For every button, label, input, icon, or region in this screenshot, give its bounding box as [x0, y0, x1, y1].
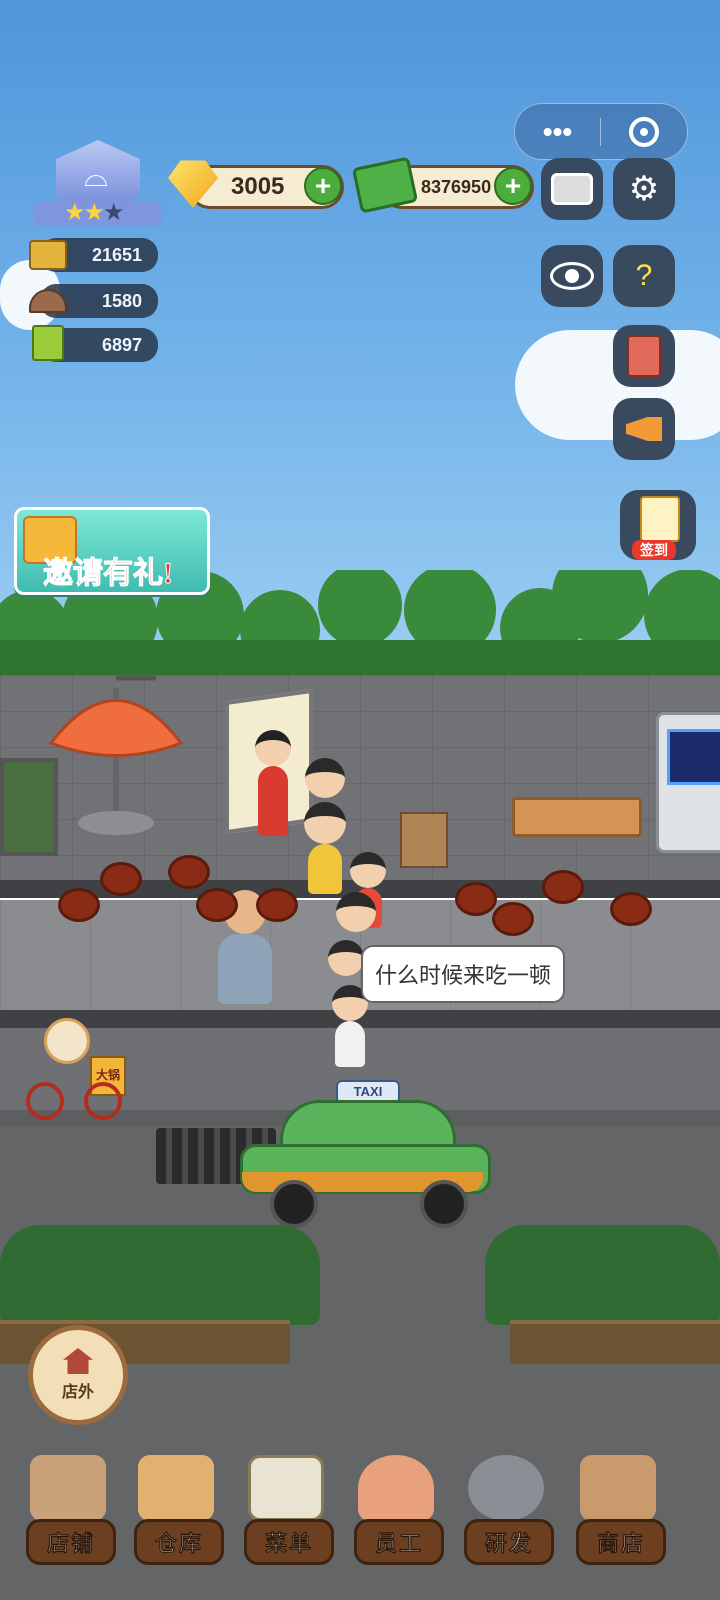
recipe-book-icon — [28, 325, 68, 361]
stool — [100, 862, 142, 896]
customer[interactable] — [328, 940, 364, 976]
more-options-icon[interactable]: ••• — [515, 104, 600, 159]
invite-label: 邀请有礼! — [43, 557, 174, 591]
gear-icon: ⚙ — [628, 170, 660, 208]
wheel-icon — [420, 1180, 468, 1228]
arcade-machine[interactable] — [656, 712, 720, 853]
camera-icon — [551, 173, 593, 205]
bowl-whisk-icon: ⌓ — [84, 160, 108, 193]
nav-label-text: 研发 — [484, 1531, 533, 1557]
clipboard-check-icon — [640, 496, 680, 542]
invite-banner[interactable]: 邀请有礼! — [14, 507, 210, 595]
nav-label: 仓库 — [134, 1519, 224, 1565]
stool — [492, 902, 534, 936]
announcement-button[interactable] — [613, 398, 675, 460]
camera-button[interactable] — [541, 158, 603, 220]
stool — [256, 888, 298, 922]
hostess-character[interactable] — [255, 730, 291, 836]
mini-program-capsule: ••• — [514, 103, 688, 160]
nav-label-text: 菜单 — [264, 1531, 313, 1557]
rider-helmet-icon — [44, 1018, 90, 1064]
nav-shop[interactable]: 店铺 — [18, 1455, 118, 1565]
sign-in-label: 签到 — [632, 540, 676, 560]
bushes — [0, 1225, 320, 1325]
close-miniprogram-icon[interactable] — [601, 104, 686, 159]
outdoor-table[interactable] — [512, 797, 642, 837]
nav-research[interactable]: 研发 — [456, 1455, 556, 1565]
bike-wheel-icon — [26, 1082, 64, 1120]
boxes-icon — [138, 1455, 214, 1521]
delivery-rider[interactable]: 大锅 — [22, 1018, 128, 1120]
settings-button[interactable]: ⚙ — [613, 158, 675, 220]
outside-view-button[interactable]: 店外 — [28, 1325, 128, 1425]
nav-label: 店铺 — [26, 1519, 116, 1565]
nav-label: 商店 — [576, 1519, 666, 1565]
nav-label: 研发 — [464, 1519, 554, 1565]
cloche-icon — [28, 284, 68, 318]
stool — [196, 888, 238, 922]
bike-wheel-icon — [84, 1082, 122, 1120]
nav-label-text: 商店 — [596, 1531, 645, 1557]
umbrella[interactable] — [46, 668, 186, 848]
gem-count: 3005 — [231, 173, 285, 200]
level-badge[interactable]: ⌓ ★★★ — [34, 140, 162, 230]
cash-count: 8376950 — [421, 176, 492, 197]
stool — [58, 888, 100, 922]
house-icon — [63, 1348, 93, 1374]
stat-value: 6897 — [101, 334, 142, 355]
stool — [168, 855, 210, 889]
taxi[interactable]: TAXI — [240, 1080, 491, 1228]
level-stars: ★★★ — [64, 199, 124, 226]
customer[interactable] — [304, 802, 346, 894]
add-gems-button[interactable]: + — [304, 167, 342, 205]
eye-icon — [550, 262, 594, 290]
nav-store[interactable]: 商店 — [568, 1455, 668, 1565]
help-book-icon: ? — [635, 259, 653, 292]
add-cash-button[interactable]: + — [494, 167, 532, 205]
nav-label: 菜单 — [244, 1519, 334, 1565]
planter — [510, 1320, 720, 1364]
shop-front-icon — [30, 1455, 106, 1521]
help-book-button[interactable]: ? — [613, 245, 675, 307]
stool — [542, 870, 584, 904]
nav-menu[interactable]: 菜单 — [236, 1455, 336, 1565]
speech-bubble: 什么时候来吃一顿 — [361, 945, 565, 1003]
stool — [610, 892, 652, 926]
megaphone-icon — [626, 417, 662, 441]
stool — [455, 882, 497, 916]
wok-icon — [468, 1455, 544, 1521]
counter-icon — [28, 238, 68, 272]
outside-label: 店外 — [61, 1384, 94, 1401]
journal-button[interactable] — [613, 325, 675, 387]
stat-value: 21651 — [91, 244, 142, 265]
nav-label-text: 仓库 — [154, 1531, 203, 1557]
nav-label-text: 员工 — [374, 1531, 423, 1557]
sign-in-button[interactable]: 签到 — [620, 490, 696, 560]
nav-label: 员工 — [354, 1519, 444, 1565]
nav-warehouse[interactable]: 仓库 — [126, 1455, 226, 1565]
wheel-icon — [270, 1180, 318, 1228]
store-icon — [580, 1455, 656, 1521]
customer[interactable] — [336, 892, 376, 932]
bushes — [485, 1225, 720, 1325]
nav-label-text: 店铺 — [46, 1531, 95, 1557]
view-button[interactable] — [541, 245, 603, 307]
staff-icon — [358, 1455, 434, 1521]
journal-icon — [627, 335, 661, 377]
cardboard-box — [400, 812, 448, 868]
stat-value: 1580 — [101, 290, 142, 311]
customer[interactable] — [305, 758, 345, 798]
nav-staff[interactable]: 员工 — [346, 1455, 446, 1565]
menu-clipboard-icon — [248, 1455, 324, 1521]
